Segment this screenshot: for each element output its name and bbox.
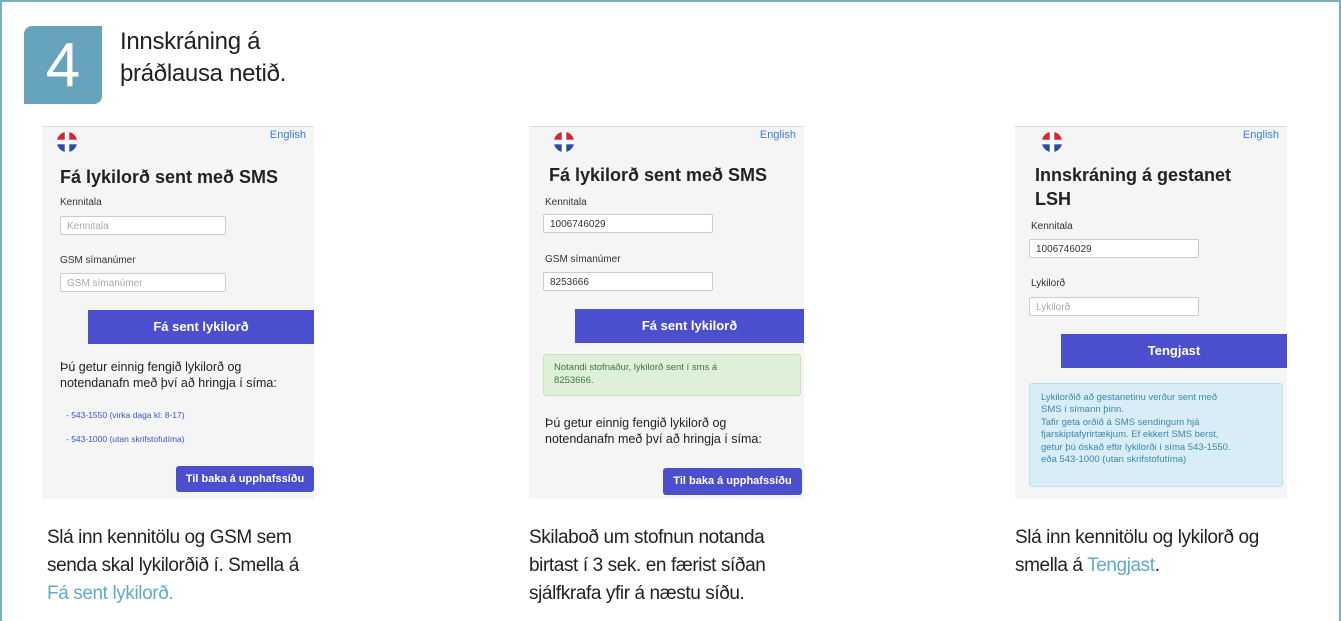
- info-alert-line-2: SMS í símann þinn.: [1041, 404, 1124, 416]
- gsm-label: GSM símanúmer: [545, 254, 621, 265]
- kennitala-label: Kennitala: [545, 197, 587, 208]
- caption-2-line-2: birtast í 3 sek. en færist síðan: [529, 555, 766, 576]
- hospital-logo-icon: [56, 131, 78, 153]
- success-alert: Notandi stofnaður, lykilorð sent í sms á…: [543, 354, 801, 396]
- password-label: Lykilorð: [1031, 278, 1066, 289]
- info-text: Þú getur einnig fengið lykilorð og noten…: [545, 415, 762, 447]
- kennitala-input[interactable]: Kennitala: [60, 216, 226, 235]
- step-number-badge: 4: [24, 26, 102, 104]
- info-alert-line-6: eða 543-1000 (utan skrifstofutíma): [1041, 454, 1187, 466]
- form-title-line-2: LSH: [1035, 189, 1071, 209]
- info-alert-line-3: Tafir geta orðið á SMS sendingum hjá: [1041, 416, 1200, 428]
- info-alert: Lykilorðið að gestanetinu verður sent me…: [1029, 383, 1283, 487]
- caption-step-2: Skilaboð um stofnun notanda birtast í 3 …: [529, 524, 819, 608]
- caption-step-1: Slá inn kennitölu og GSM sem senda skal …: [47, 524, 337, 608]
- phone-link-1[interactable]: - 543-1550 (virka daga kl: 8-17): [66, 410, 185, 420]
- info-line-2: notendanafn með því að hringja í síma:: [545, 432, 762, 446]
- form-title: Innskráning á gestanet LSH: [1035, 163, 1231, 211]
- caption-1-line-1: Slá inn kennitölu og GSM sem: [47, 527, 292, 548]
- back-to-start-button[interactable]: Til baka á upphafssíðu: [176, 466, 314, 492]
- info-line-1: Þú getur einnig fengið lykilorð og: [545, 416, 727, 430]
- info-alert-line-5: getur þú óskað eftir lykilorði í síma 54…: [1041, 441, 1231, 453]
- gsm-input[interactable]: 8253666: [543, 272, 713, 291]
- caption-1-line-2: senda skal lykilorðið í. Smella á: [47, 555, 299, 576]
- screenshot-sms-request: English Fá lykilorð sent með SMS Kennita…: [42, 126, 314, 499]
- caption-step-3: Slá inn kennitölu og lykilorð og smella …: [1015, 524, 1305, 580]
- hospital-logo-icon: [1041, 131, 1063, 153]
- kennitala-input[interactable]: 1006746029: [1029, 239, 1199, 258]
- step-title: Innskráning á þráðlausa netið.: [120, 26, 420, 90]
- phone-link-2[interactable]: - 543-1000 (utan skrifstofutíma): [66, 434, 185, 444]
- send-password-button[interactable]: Fá sent lykilorð: [575, 309, 804, 343]
- step-title-line-1: Innskráning á: [120, 28, 261, 55]
- success-line-2: 8253666.: [554, 375, 594, 386]
- screenshot-sms-sent: English Fá lykilorð sent með SMS Kennita…: [529, 126, 804, 499]
- caption-3-period: .: [1154, 555, 1160, 576]
- caption-2-line-3: sjálfkrafa yfir á næstu síðu.: [529, 583, 745, 604]
- info-line-1: Þú getur einnig fengið lykilorð og: [60, 360, 242, 374]
- info-alert-line-1: Lykilorðið að gestanetinu verður sent me…: [1041, 392, 1218, 403]
- kennitala-label: Kennitala: [1031, 221, 1073, 232]
- kennitala-input[interactable]: 1006746029: [543, 214, 713, 233]
- send-password-button[interactable]: Fá sent lykilorð: [88, 310, 314, 344]
- caption-2-line-1: Skilaboð um stofnun notanda: [529, 527, 765, 548]
- kennitala-label: Kennitala: [60, 197, 102, 208]
- success-line-1: Notandi stofnaður, lykilorð sent í sms á: [554, 362, 718, 373]
- connect-button[interactable]: Tengjast: [1061, 334, 1287, 368]
- english-link[interactable]: English: [270, 129, 306, 141]
- info-line-2: notendanafn með því að hringja í síma:: [60, 376, 277, 390]
- gsm-label: GSM símanúmer: [60, 255, 136, 266]
- form-title: Fá lykilorð sent með SMS: [60, 167, 279, 187]
- step-title-line-2: þráðlausa netið.: [120, 60, 286, 87]
- hospital-logo-icon: [553, 131, 575, 153]
- caption-3-line-1: Slá inn kennitölu og lykilorð og: [1015, 527, 1259, 548]
- gsm-input[interactable]: GSM símanúmer: [60, 273, 226, 292]
- screenshot-guest-login: English Innskráning á gestanet LSH Kenni…: [1015, 126, 1287, 499]
- info-text: Þú getur einnig fengið lykilorð og noten…: [60, 359, 277, 391]
- english-link[interactable]: English: [760, 129, 796, 141]
- form-title-line-1: Innskráning á gestanet: [1035, 165, 1232, 185]
- form-title: Fá lykilorð sent með SMS: [549, 165, 768, 185]
- password-input[interactable]: Lykilorð: [1029, 297, 1199, 316]
- caption-1-highlight: Fá sent lykilorð.: [47, 583, 174, 604]
- back-to-start-button[interactable]: Til baka á upphafssíðu: [663, 468, 802, 495]
- caption-3-line-2-text: smella á: [1015, 555, 1088, 576]
- english-link[interactable]: English: [1243, 129, 1279, 141]
- caption-3-line-2: smella á Tengjast.: [1015, 552, 1305, 580]
- info-alert-line-4: fjarskiptafyrirtækjum. Ef ekkert SMS ber…: [1041, 429, 1219, 441]
- caption-3-highlight: Tengjast: [1087, 555, 1155, 576]
